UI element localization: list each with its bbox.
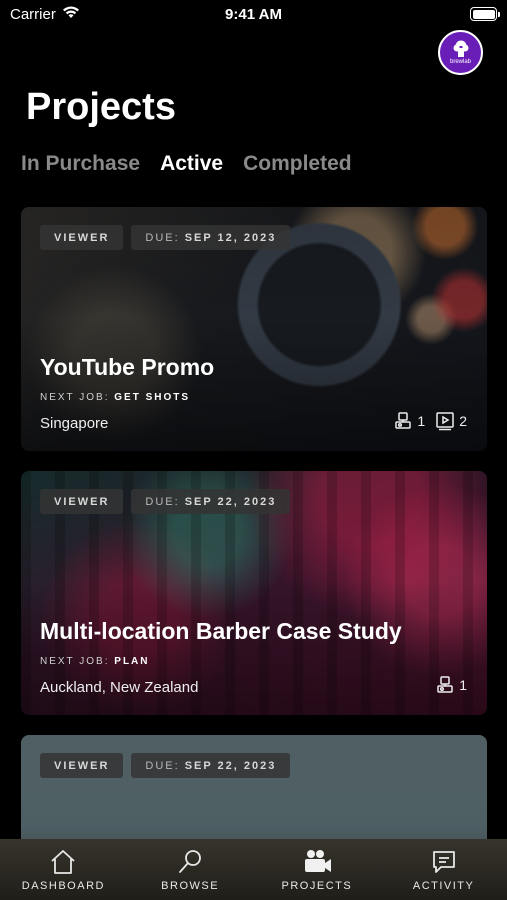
crew-count: 1 bbox=[459, 677, 467, 693]
tab-activity[interactable]: ACTIVITY bbox=[380, 839, 507, 900]
project-card[interactable]: VIEWER DUE: SEP 12, 2023 YouTube Promo NE… bbox=[21, 207, 487, 451]
tab-in-purchase[interactable]: In Purchase bbox=[21, 152, 140, 176]
crew-icon bbox=[395, 412, 412, 429]
due-label: DUE: bbox=[145, 759, 180, 772]
tab-label: ACTIVITY bbox=[412, 880, 475, 892]
tab-projects[interactable]: PROJECTS bbox=[254, 839, 381, 900]
due-badge: DUE: SEP 22, 2023 bbox=[131, 489, 291, 514]
crew-stat: 1 bbox=[393, 411, 425, 431]
next-job-value: GET SHOTS bbox=[114, 392, 191, 403]
tab-dashboard[interactable]: DASHBOARD bbox=[0, 839, 127, 900]
due-badge: DUE: SEP 22, 2023 bbox=[131, 753, 291, 778]
search-icon bbox=[179, 850, 202, 873]
due-date: SEP 22, 2023 bbox=[184, 759, 277, 772]
project-location: Singapore bbox=[40, 415, 109, 432]
role-badge: VIEWER bbox=[40, 489, 124, 514]
due-label: DUE: bbox=[145, 231, 180, 244]
next-job-value: PLAN bbox=[114, 656, 150, 667]
crew-count: 1 bbox=[417, 413, 426, 429]
tab-label: DASHBOARD bbox=[21, 880, 105, 892]
tab-browse[interactable]: BROWSE bbox=[127, 839, 254, 900]
video-count: 2 bbox=[459, 413, 467, 429]
page-title: Projects bbox=[26, 86, 176, 128]
role-label: VIEWER bbox=[54, 759, 110, 772]
project-stats: 1 2 bbox=[393, 411, 467, 431]
project-status-tabs: In Purchase Active Completed bbox=[21, 152, 352, 176]
due-badge: DUE: SEP 12, 2023 bbox=[131, 225, 291, 250]
project-location: Auckland, New Zealand bbox=[40, 679, 199, 696]
project-title: YouTube Promo bbox=[40, 354, 215, 380]
status-bar: Carrier 9:41 AM bbox=[0, 0, 507, 30]
bottom-tab-bar: DASHBOARD BROWSE PROJECTS ACTIVITY bbox=[0, 839, 507, 900]
avatar-brand-text: brewlab bbox=[449, 59, 471, 65]
next-job: NEXT JOB: GET SHOTS bbox=[40, 392, 190, 403]
project-stats: 1 bbox=[435, 675, 467, 695]
next-job-label: NEXT JOB: bbox=[40, 392, 110, 403]
card-badges: VIEWER DUE: SEP 22, 2023 bbox=[40, 489, 291, 514]
clock: 9:41 AM bbox=[225, 6, 282, 23]
battery-icon bbox=[470, 7, 500, 21]
due-label: DUE: bbox=[145, 495, 180, 508]
role-badge: VIEWER bbox=[40, 753, 124, 778]
logo-icon bbox=[453, 40, 468, 57]
profile-avatar[interactable]: brewlab bbox=[438, 30, 483, 75]
crew-icon bbox=[437, 676, 453, 693]
next-job-label: NEXT JOB: bbox=[40, 656, 110, 667]
chat-icon bbox=[432, 851, 455, 873]
video-stat: 2 bbox=[435, 411, 467, 431]
video-camera-icon bbox=[304, 850, 331, 872]
home-icon bbox=[51, 850, 75, 874]
tab-label: PROJECTS bbox=[281, 880, 353, 892]
project-card[interactable]: VIEWER DUE: SEP 22, 2023 Multi-location B… bbox=[21, 471, 487, 715]
role-badge: VIEWER bbox=[40, 225, 124, 250]
role-label: VIEWER bbox=[54, 495, 110, 508]
project-title: Multi-location Barber Case Study bbox=[40, 618, 402, 644]
tab-completed[interactable]: Completed bbox=[243, 152, 352, 176]
tab-label: BROWSE bbox=[161, 880, 220, 892]
card-badges: VIEWER DUE: SEP 12, 2023 bbox=[40, 225, 291, 250]
card-badges: VIEWER DUE: SEP 22, 2023 bbox=[40, 753, 291, 778]
next-job: NEXT JOB: PLAN bbox=[40, 656, 150, 667]
tab-active[interactable]: Active bbox=[160, 152, 223, 176]
due-date: SEP 12, 2023 bbox=[184, 231, 277, 244]
crew-stat: 1 bbox=[435, 675, 467, 695]
video-play-icon bbox=[436, 412, 454, 431]
role-label: VIEWER bbox=[54, 231, 110, 244]
due-date: SEP 22, 2023 bbox=[184, 495, 277, 508]
